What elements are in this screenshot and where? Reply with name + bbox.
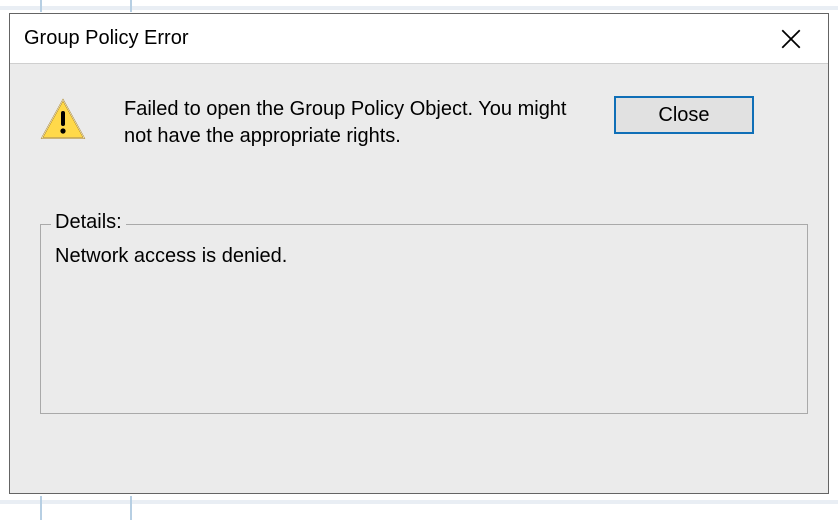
background-decoration [40, 0, 42, 12]
background-decoration [0, 500, 838, 504]
details-label: Details: [51, 211, 126, 234]
warning-icon [40, 98, 86, 145]
main-row: Failed to open the Group Policy Object. … [40, 96, 808, 150]
details-text: Network access is denied. [55, 245, 793, 268]
background-decoration [130, 0, 132, 12]
error-message: Failed to open the Group Policy Object. … [124, 96, 594, 150]
background-decoration [40, 496, 42, 520]
error-dialog: Group Policy Error Failed to open the Gr… [9, 13, 829, 494]
background-decoration [130, 496, 132, 520]
close-icon [781, 29, 801, 49]
details-group: Details: Network access is denied. [40, 224, 808, 414]
dialog-body: Failed to open the Group Policy Object. … [10, 64, 828, 434]
close-button[interactable]: Close [614, 96, 754, 134]
dialog-title: Group Policy Error [24, 27, 189, 50]
titlebar: Group Policy Error [10, 14, 828, 64]
background-decoration [0, 6, 838, 10]
titlebar-close-button[interactable] [764, 14, 818, 64]
